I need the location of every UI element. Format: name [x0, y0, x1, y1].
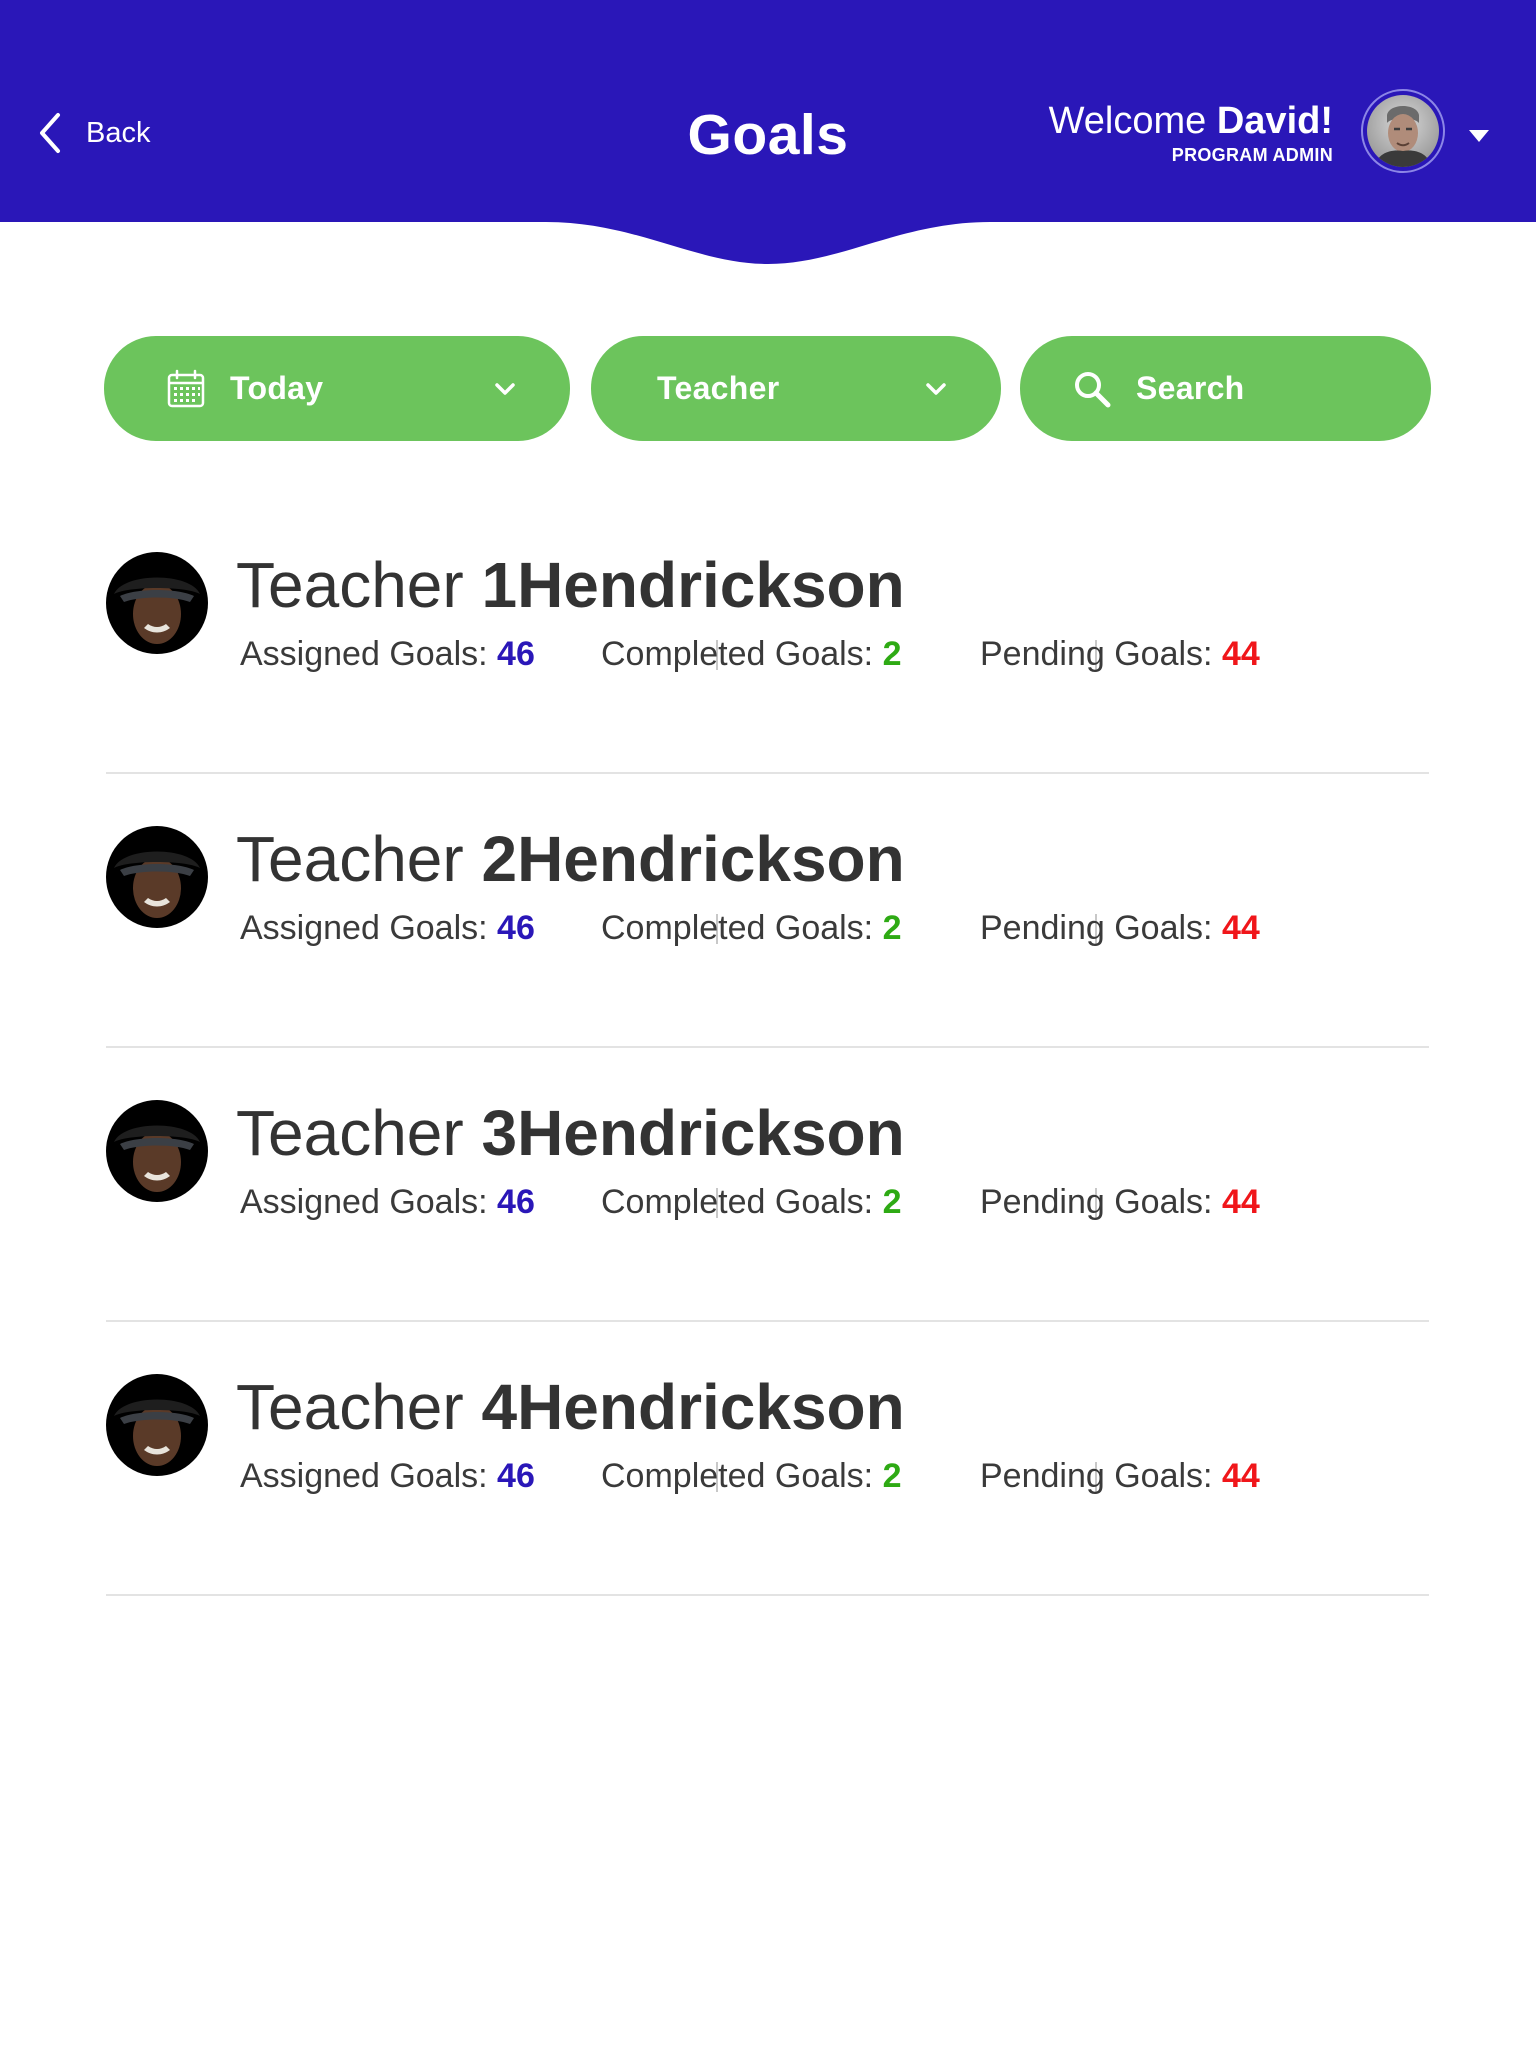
pending-goals-value: 44	[1221, 1183, 1260, 1221]
profile-avatar[interactable]	[1361, 89, 1445, 173]
pending-goals-label: Pending Goals:	[980, 909, 1222, 947]
teacher-name-main: 1Hendrickson	[481, 549, 905, 621]
welcome-block: Welcome David! PROGRAM ADMIN	[1049, 98, 1333, 166]
assigned-goals-label: Assigned Goals:	[240, 1457, 498, 1495]
teacher-avatar	[106, 1374, 208, 1476]
teacher-avatar	[106, 1100, 208, 1202]
assigned-goals-value: 46	[497, 635, 535, 673]
completed-goals-label: Completed Goals:	[601, 909, 883, 947]
user-role: PROGRAM ADMIN	[1171, 145, 1333, 165]
assigned-goals: Assigned Goals: 46	[240, 1180, 535, 1224]
pending-goals-label: Pending Goals:	[980, 1457, 1222, 1495]
assigned-goals: Assigned Goals: 46	[240, 1454, 535, 1498]
teacher-name: Teacher 3Hendrickson	[236, 1096, 905, 1170]
completed-goals: Completed Goals: 2	[601, 1180, 902, 1224]
completed-goals: Completed Goals: 2	[601, 632, 902, 676]
completed-goals: Completed Goals: 2	[601, 906, 902, 950]
teacher-name: Teacher 1Hendrickson	[236, 548, 905, 622]
pending-goals: Pending Goals: 44	[980, 906, 1260, 950]
caret-down-icon[interactable]	[1468, 129, 1490, 143]
pending-goals-value: 44	[1221, 1457, 1260, 1495]
teacher-name-main: 2Hendrickson	[481, 823, 905, 895]
teacher-name-main: 3Hendrickson	[481, 1097, 905, 1169]
assigned-goals-value: 46	[497, 1457, 535, 1495]
completed-goals-label: Completed Goals:	[601, 1457, 883, 1495]
search-button[interactable]: Search	[1020, 336, 1431, 441]
profile-photo	[1367, 95, 1439, 167]
teacher-name-prefix: Teacher	[236, 1097, 464, 1169]
app-header: Back Goals Welcome David! PROGRAM ADMIN	[0, 0, 1536, 270]
teacher-name-main: 4Hendrickson	[481, 1371, 905, 1443]
assigned-goals-label: Assigned Goals:	[240, 909, 498, 947]
chevron-down-icon	[495, 382, 515, 395]
completed-goals-value: 2	[882, 1457, 902, 1495]
pending-goals: Pending Goals: 44	[980, 1454, 1260, 1498]
assigned-goals: Assigned Goals: 46	[240, 632, 535, 676]
completed-goals-label: Completed Goals:	[601, 635, 883, 673]
search-label: Search	[1136, 370, 1245, 406]
date-filter-dropdown[interactable]: Today	[104, 336, 570, 441]
date-filter-label: Today	[230, 370, 324, 406]
completed-goals-value: 2	[882, 909, 902, 947]
chevron-down-icon	[926, 382, 946, 395]
pending-goals: Pending Goals: 44	[980, 1180, 1260, 1224]
teacher-avatar	[106, 826, 208, 928]
teacher-name-prefix: Teacher	[236, 823, 464, 895]
role-filter-dropdown[interactable]: Teacher	[591, 336, 1001, 441]
search-icon	[1075, 371, 1111, 407]
teacher-row[interactable]: Teacher 3Hendrickson Assigned Goals: 46 …	[106, 1048, 1429, 1322]
teacher-list: Teacher 1Hendrickson Assigned Goals: 46 …	[106, 500, 1429, 1596]
completed-goals: Completed Goals: 2	[601, 1454, 902, 1498]
pending-goals-value: 44	[1221, 635, 1260, 673]
teacher-name: Teacher 4Hendrickson	[236, 1370, 905, 1444]
teacher-name-prefix: Teacher	[236, 549, 464, 621]
assigned-goals-label: Assigned Goals:	[240, 635, 498, 673]
pending-goals: Pending Goals: 44	[980, 632, 1260, 676]
assigned-goals-value: 46	[497, 909, 535, 947]
pending-goals-label: Pending Goals:	[980, 1183, 1222, 1221]
welcome-user-name: David!	[1216, 100, 1333, 142]
completed-goals-value: 2	[882, 635, 902, 673]
assigned-goals-label: Assigned Goals:	[240, 1183, 498, 1221]
welcome-prefix: Welcome	[1048, 100, 1207, 142]
teacher-avatar	[106, 552, 208, 654]
calendar-icon	[167, 369, 205, 407]
pending-goals-value: 44	[1221, 909, 1260, 947]
completed-goals-value: 2	[882, 1183, 902, 1221]
assigned-goals-value: 46	[497, 1183, 535, 1221]
teacher-row[interactable]: Teacher 1Hendrickson Assigned Goals: 46 …	[106, 500, 1429, 774]
teacher-name-prefix: Teacher	[236, 1371, 464, 1443]
pending-goals-label: Pending Goals:	[980, 635, 1222, 673]
role-filter-label: Teacher	[657, 370, 780, 406]
welcome-line: Welcome David!	[1049, 98, 1333, 144]
assigned-goals: Assigned Goals: 46	[240, 906, 535, 950]
teacher-row[interactable]: Teacher 2Hendrickson Assigned Goals: 46 …	[106, 774, 1429, 1048]
teacher-row[interactable]: Teacher 4Hendrickson Assigned Goals: 46 …	[106, 1322, 1429, 1596]
completed-goals-label: Completed Goals:	[601, 1183, 883, 1221]
teacher-name: Teacher 2Hendrickson	[236, 822, 905, 896]
